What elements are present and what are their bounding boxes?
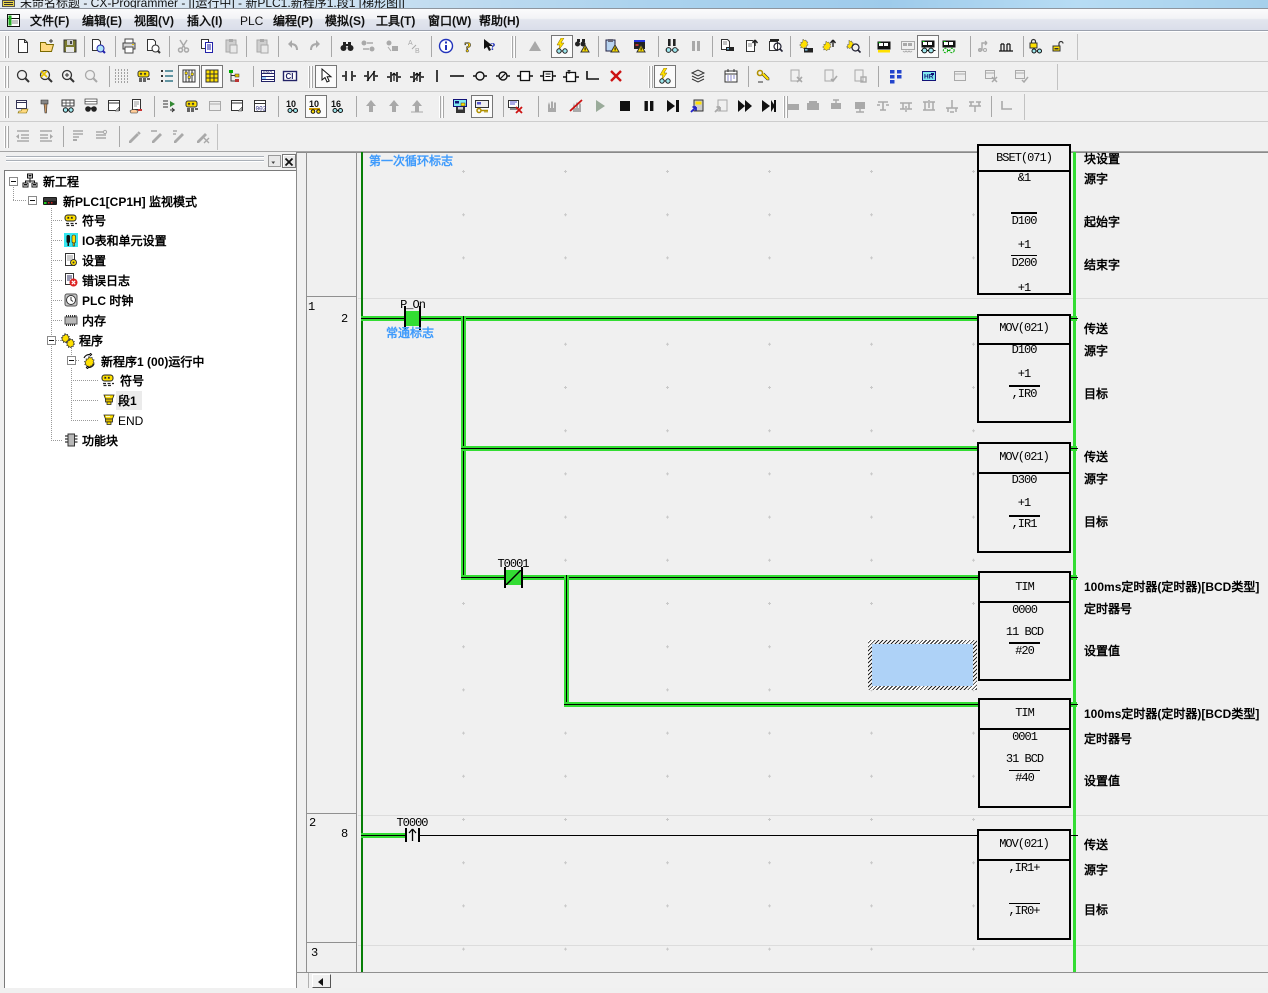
svg-text:B: B: [415, 48, 420, 54]
svg-text:CI: CI: [286, 72, 294, 81]
svg-text:A: A: [408, 40, 413, 47]
svg-text:10: 10: [309, 99, 319, 109]
svg-text:16: 16: [331, 99, 341, 109]
svg-text:?: ?: [490, 41, 496, 53]
svg-text:10: 10: [286, 99, 296, 109]
svg-text:002: 002: [256, 106, 267, 113]
svg-text:SMA: SMA: [262, 69, 272, 74]
svg-text:?: ?: [464, 40, 472, 54]
